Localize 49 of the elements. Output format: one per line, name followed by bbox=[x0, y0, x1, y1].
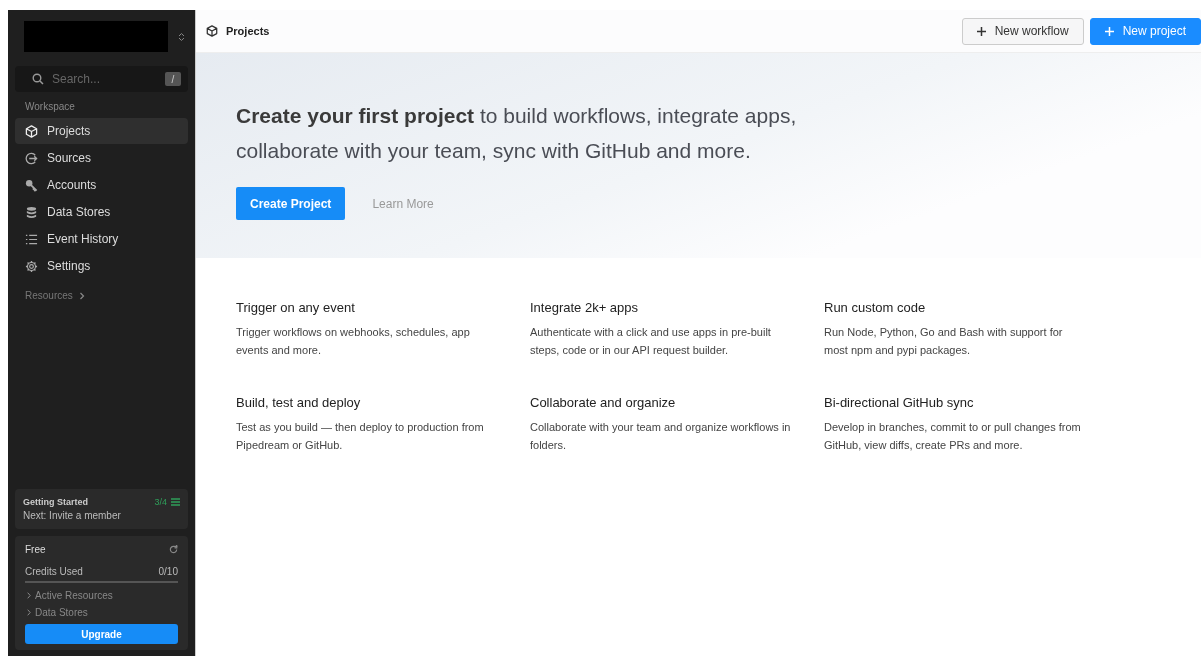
feature-description: Collaborate with your team and organize workflows in folders. bbox=[530, 420, 792, 453]
shortcut-key: / bbox=[165, 72, 181, 86]
sidebar-item[interactable]: Projects bbox=[15, 118, 188, 144]
plus-icon bbox=[976, 26, 986, 36]
new-workflow-button[interactable]: New workflow bbox=[961, 17, 1084, 45]
feature-title: Bi-directional GitHub sync bbox=[824, 395, 975, 410]
chevron-right-icon bbox=[27, 609, 31, 616]
chevron-right-icon bbox=[27, 592, 31, 599]
sidebar-item[interactable]: Accounts bbox=[15, 172, 188, 198]
feature-title: Integrate 2k+ apps bbox=[530, 300, 640, 315]
credits-label: Credits Used bbox=[25, 566, 83, 577]
feature-description: Run Node, Python, Go and Bash with support for most npm and pypi packages. bbox=[824, 325, 1064, 358]
feature-title: Trigger on any event bbox=[236, 300, 356, 315]
cube-icon bbox=[206, 25, 218, 37]
section-label: Workspace bbox=[24, 100, 76, 114]
getting-started-card[interactable]: Getting Started 3/4 Next: Invite a member bbox=[15, 489, 188, 529]
plan-link[interactable]: Active Resources bbox=[35, 590, 113, 601]
arrow-circle-icon bbox=[25, 151, 38, 165]
sidebar-item[interactable]: Sources bbox=[15, 145, 188, 171]
credits-count: 0/10 bbox=[158, 566, 178, 577]
feature-description: Authenticate with a click and use apps in pre-built steps, code or in our API request builder. bbox=[530, 325, 772, 358]
search-icon bbox=[32, 73, 44, 85]
settings-icon bbox=[25, 259, 38, 273]
progress-count: 3/4 bbox=[154, 497, 167, 507]
cube-icon bbox=[25, 124, 38, 138]
sidebar-item[interactable]: Data Stores bbox=[15, 199, 188, 225]
list-icon bbox=[25, 232, 38, 246]
page-title: Projects bbox=[226, 25, 270, 37]
resources-link[interactable]: Resources bbox=[15, 280, 95, 311]
plus-icon bbox=[1104, 26, 1114, 36]
feature-description: Develop in branches, commit to or pull changes from GitHub, view diffs, create PRs and more. bbox=[824, 420, 1082, 453]
feature-description: Trigger workflows on webhooks, schedules, app events and more. bbox=[236, 325, 471, 358]
card-title: Getting Started bbox=[23, 497, 89, 507]
plan-name: Free bbox=[25, 543, 46, 557]
chevron-right-icon bbox=[78, 291, 85, 300]
feature-description: Test as you build — then deploy to production from Pipedream or GitHub. bbox=[236, 420, 485, 453]
feature-title: Run custom code bbox=[824, 300, 927, 315]
sidebar-item[interactable]: Event History bbox=[15, 226, 188, 252]
database-icon bbox=[25, 205, 38, 219]
list-icon bbox=[171, 498, 180, 506]
plan-link[interactable]: Data Stores bbox=[35, 607, 88, 618]
sidebar-item[interactable]: Settings bbox=[15, 253, 188, 279]
hero-headline: Create your first project to build workflows, integrate apps, collaborate with your team, sync with GitHub and more. bbox=[236, 103, 798, 164]
feature-title: Build, test and deploy bbox=[236, 395, 362, 410]
next-step-text: Next: Invite a member bbox=[23, 510, 122, 521]
refresh-icon[interactable] bbox=[169, 545, 178, 554]
feature-title: Collaborate and organize bbox=[530, 395, 677, 410]
key-icon bbox=[25, 178, 38, 192]
chevron-up-down-icon[interactable] bbox=[178, 31, 185, 42]
